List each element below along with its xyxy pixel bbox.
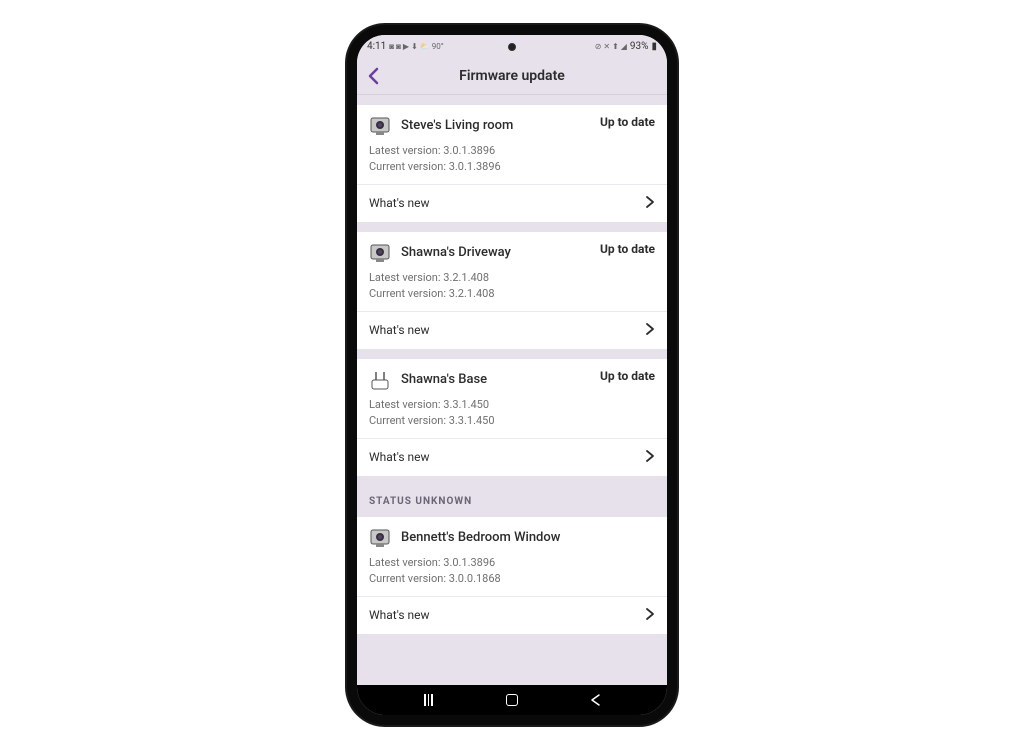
chevron-left-icon bbox=[367, 67, 379, 85]
whats-new-label: What's new bbox=[369, 608, 430, 622]
current-version: Current version: 3.2.1.408 bbox=[369, 286, 655, 303]
device-status: Up to date bbox=[600, 242, 655, 256]
phone-frame: 4:11 ◙ ◙ ▶ ⬇ ⛅ 90° ⊘ ✕ ⬆ ◢ 93% ▮ Firmwar… bbox=[347, 25, 677, 725]
whats-new-button[interactable]: What's new bbox=[357, 438, 667, 476]
recent-apps-button[interactable] bbox=[409, 694, 449, 706]
device-card: Shawna's Base Up to date Latest version:… bbox=[357, 359, 667, 476]
device-card: Shawna's Driveway Up to date Latest vers… bbox=[357, 232, 667, 349]
whats-new-button[interactable]: What's new bbox=[357, 311, 667, 349]
device-card-head: Shawna's Driveway Up to date Latest vers… bbox=[357, 232, 667, 311]
page-title: Firmware update bbox=[357, 68, 667, 84]
chevron-right-icon bbox=[645, 195, 655, 212]
back-nav-button[interactable] bbox=[575, 693, 615, 707]
app-header: Firmware update bbox=[357, 59, 667, 95]
device-status: Up to date bbox=[600, 115, 655, 129]
status-icons-right: ⊘ ✕ ⬆ ◢ bbox=[595, 42, 627, 51]
spacer bbox=[357, 95, 667, 105]
chevron-right-icon bbox=[645, 607, 655, 624]
section-status-unknown: STATUS UNKNOWN bbox=[357, 486, 667, 517]
device-card: Steve's Living room Up to date Latest ve… bbox=[357, 105, 667, 222]
status-battery: 93% bbox=[630, 41, 649, 52]
chevron-right-icon bbox=[645, 322, 655, 339]
camera-icon bbox=[369, 242, 391, 264]
device-name: Steve's Living room bbox=[401, 118, 513, 133]
whats-new-label: What's new bbox=[369, 196, 430, 210]
device-card-head: Shawna's Base Up to date Latest version:… bbox=[357, 359, 667, 438]
phone-camera bbox=[508, 43, 516, 51]
status-icons-left: ◙ ◙ ▶ ⬇ ⛅ 90° bbox=[389, 42, 443, 51]
latest-version: Latest version: 3.2.1.408 bbox=[369, 270, 655, 287]
screen: 4:11 ◙ ◙ ▶ ⬇ ⛅ 90° ⊘ ✕ ⬆ ◢ 93% ▮ Firmwar… bbox=[357, 35, 667, 715]
current-version: Current version: 3.0.1.3896 bbox=[369, 159, 655, 176]
home-button[interactable] bbox=[492, 694, 532, 706]
latest-version: Latest version: 3.0.1.3896 bbox=[369, 143, 655, 160]
camera-icon bbox=[369, 527, 391, 549]
latest-version: Latest version: 3.3.1.450 bbox=[369, 397, 655, 414]
status-right: ⊘ ✕ ⬆ ◢ 93% ▮ bbox=[595, 41, 657, 52]
device-name: Shawna's Base bbox=[401, 372, 487, 387]
whats-new-label: What's new bbox=[369, 323, 430, 337]
current-version: Current version: 3.0.0.1868 bbox=[369, 571, 655, 588]
camera-icon bbox=[369, 115, 391, 137]
device-status: Up to date bbox=[600, 369, 655, 383]
base-station-icon bbox=[369, 369, 391, 391]
content-scroll[interactable]: Steve's Living room Up to date Latest ve… bbox=[357, 95, 667, 685]
back-button[interactable] bbox=[367, 67, 387, 85]
latest-version: Latest version: 3.0.1.3896 bbox=[369, 555, 655, 572]
status-time: 4:11 bbox=[367, 41, 386, 52]
device-card-head: Steve's Living room Up to date Latest ve… bbox=[357, 105, 667, 184]
device-card: Bennett's Bedroom Window Latest version:… bbox=[357, 517, 667, 634]
battery-icon: ▮ bbox=[651, 41, 657, 52]
device-name: Bennett's Bedroom Window bbox=[401, 530, 560, 545]
whats-new-label: What's new bbox=[369, 450, 430, 464]
android-nav-bar bbox=[357, 685, 667, 715]
status-left: 4:11 ◙ ◙ ▶ ⬇ ⛅ 90° bbox=[367, 41, 444, 52]
chevron-right-icon bbox=[645, 449, 655, 466]
device-card-head: Bennett's Bedroom Window Latest version:… bbox=[357, 517, 667, 596]
whats-new-button[interactable]: What's new bbox=[357, 184, 667, 222]
device-name: Shawna's Driveway bbox=[401, 245, 511, 260]
whats-new-button[interactable]: What's new bbox=[357, 596, 667, 634]
current-version: Current version: 3.3.1.450 bbox=[369, 413, 655, 430]
